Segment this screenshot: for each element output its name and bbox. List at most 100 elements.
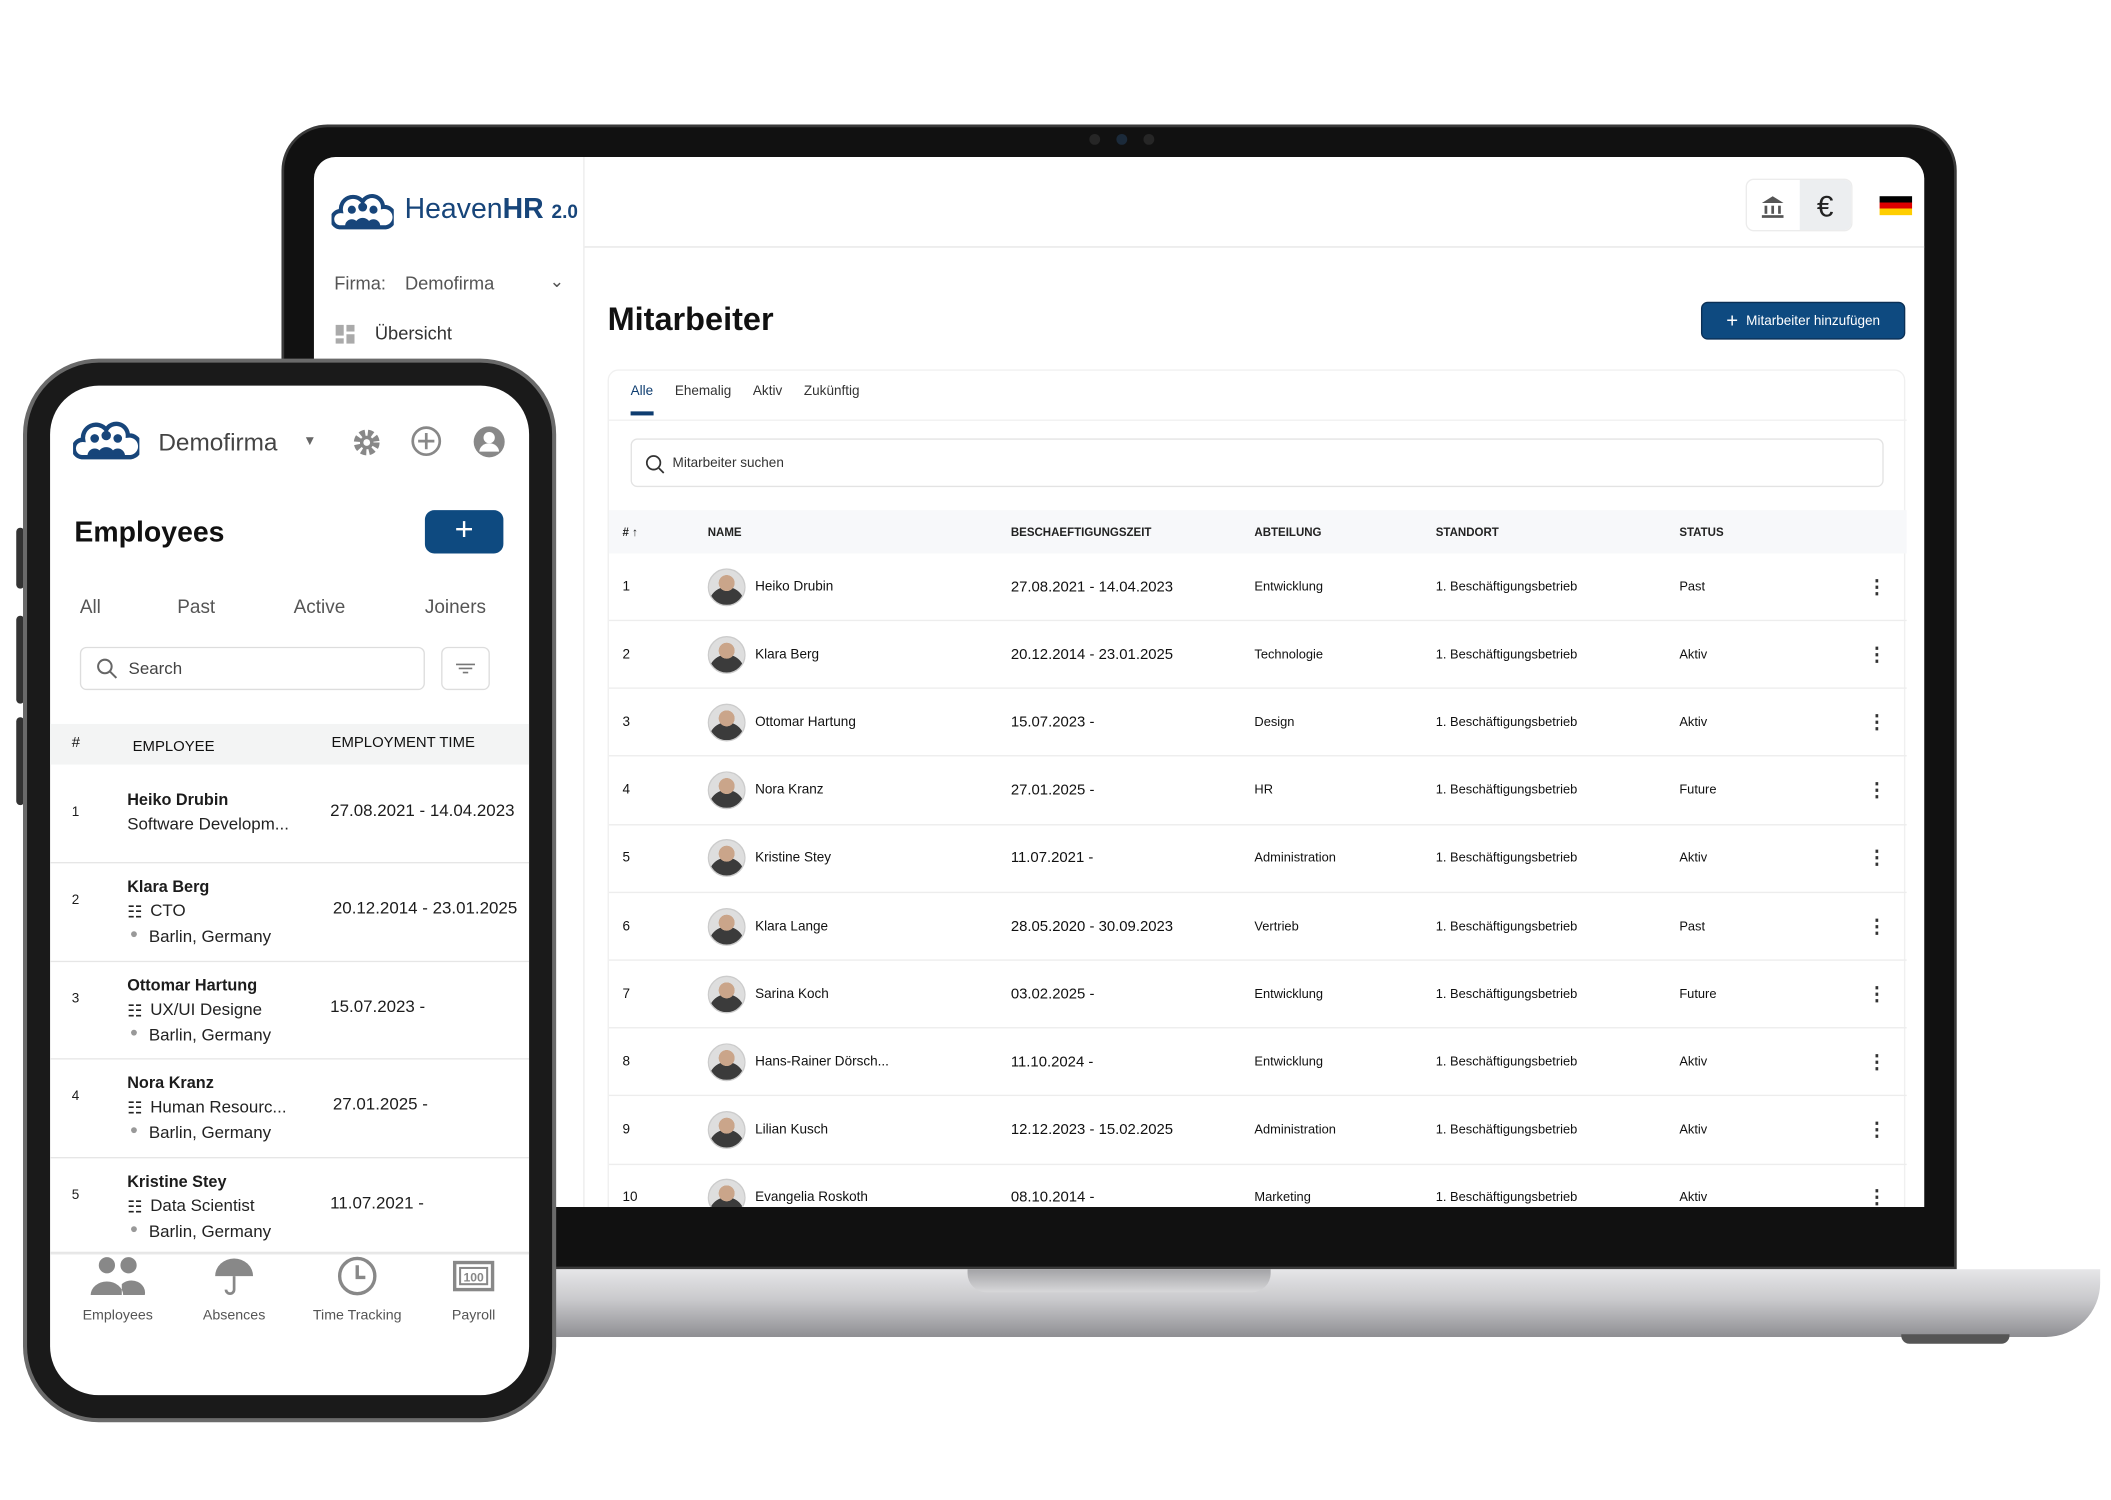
col-dept[interactable]: ABTEILUNG bbox=[1254, 525, 1321, 539]
row-number: 1 bbox=[622, 579, 630, 595]
tab-joiners[interactable]: Joiners bbox=[425, 595, 486, 617]
tab-past[interactable]: Past bbox=[177, 595, 215, 617]
nav-employees[interactable]: Employees bbox=[57, 1253, 179, 1323]
list-item[interactable]: 3 Ottomar Hartung ☷ UX/UI Designe ● Barli… bbox=[50, 962, 530, 1060]
banknote-icon: 100 bbox=[452, 1260, 495, 1292]
location: 1. Beschäftigungsbetrieb bbox=[1435, 647, 1578, 662]
more-vertical-icon[interactable]: ⋮ bbox=[1867, 847, 1886, 870]
german-flag-icon[interactable] bbox=[1879, 196, 1913, 216]
search-icon bbox=[645, 455, 665, 474]
list-item[interactable]: 1 Heiko Drubin Software Developm... 27.08.… bbox=[50, 765, 530, 864]
employee-location: Barlin, Germany bbox=[148, 1123, 272, 1143]
employee-role: Software Developm... bbox=[127, 814, 289, 834]
list-item[interactable]: 4 Nora Kranz ☷ Human Resourc... ● Barlin,… bbox=[50, 1060, 530, 1159]
table-row[interactable]: 9 Lilian Kusch 12.12.2023 - 15.02.2025 A… bbox=[608, 1097, 1907, 1165]
more-vertical-icon[interactable]: ⋮ bbox=[1867, 1051, 1886, 1074]
employee-name[interactable]: Klara Lange bbox=[755, 919, 828, 934]
company-selector[interactable]: Demofirma bbox=[158, 429, 277, 457]
nav-time-tracking[interactable]: Time Tracking bbox=[296, 1253, 418, 1323]
tab-ehemalig[interactable]: Ehemalig bbox=[675, 384, 731, 415]
search-placeholder: Search bbox=[128, 659, 183, 678]
more-vertical-icon[interactable]: ⋮ bbox=[1867, 983, 1886, 1006]
table-row[interactable]: 8 Hans-Rainer Dörsch... 11.10.2024 - Ent… bbox=[608, 1029, 1907, 1097]
list-item[interactable]: 2 Klara Berg ☷ CTO ● Barlin, Germany 20.12… bbox=[50, 863, 530, 963]
employee-role: CTO bbox=[150, 901, 186, 921]
table-row[interactable]: 5 Kristine Stey 11.07.2021 - Administrat… bbox=[608, 825, 1907, 893]
plus-circle-icon[interactable] bbox=[410, 425, 442, 457]
employee-name[interactable]: Hans-Rainer Dörsch... bbox=[755, 1055, 889, 1070]
tab-alle[interactable]: Alle bbox=[630, 384, 654, 416]
org-icon: ☷ bbox=[127, 902, 143, 922]
tab-active[interactable]: Active bbox=[294, 595, 346, 617]
avatar bbox=[707, 839, 746, 878]
clock-icon bbox=[337, 1256, 377, 1296]
more-vertical-icon[interactable]: ⋮ bbox=[1867, 643, 1886, 666]
col-number[interactable]: # ↑ bbox=[622, 525, 637, 539]
employee-name[interactable]: Heiko Drubin bbox=[755, 579, 833, 594]
gear-icon[interactable] bbox=[350, 426, 382, 458]
col-time[interactable]: BESCHAEFTIGUNGSZEIT bbox=[1011, 525, 1152, 539]
employment-time: 15.07.2023 - bbox=[1010, 714, 1095, 731]
cloud-people-logo-icon bbox=[73, 421, 140, 460]
table-header: # EMPLOYEE EMPLOYMENT TIME bbox=[50, 723, 530, 765]
employee-name[interactable]: Ottomar Hartung bbox=[755, 715, 856, 730]
col-location[interactable]: STANDORT bbox=[1436, 525, 1499, 539]
employee-name[interactable]: Evangelia Roskoth bbox=[755, 1191, 868, 1206]
col-status[interactable]: STATUS bbox=[1679, 525, 1723, 539]
more-vertical-icon[interactable]: ⋮ bbox=[1867, 575, 1886, 598]
more-vertical-icon[interactable]: ⋮ bbox=[1867, 1119, 1886, 1142]
row-number: 5 bbox=[622, 850, 630, 866]
employment-time: 20.12.2014 - 23.01.2025 bbox=[1010, 646, 1174, 663]
table-row[interactable]: 3 Ottomar Hartung 15.07.2023 - Design 1.… bbox=[608, 689, 1907, 757]
col-name[interactable]: NAME bbox=[708, 525, 742, 539]
sidebar-item-uebersicht[interactable]: Übersicht bbox=[335, 323, 452, 344]
filter-button[interactable] bbox=[441, 646, 490, 691]
employee-location: Barlin, Germany bbox=[148, 1221, 272, 1241]
table-row[interactable]: 7 Sarina Koch 03.02.2025 - Entwicklung 1… bbox=[608, 961, 1907, 1029]
more-vertical-icon[interactable]: ⋮ bbox=[1867, 711, 1886, 734]
filter-icon bbox=[456, 663, 475, 674]
col-employment-time: EMPLOYMENT TIME bbox=[331, 734, 475, 752]
employee-name[interactable]: Nora Kranz bbox=[755, 783, 823, 798]
more-vertical-icon[interactable]: ⋮ bbox=[1867, 915, 1886, 938]
search-input[interactable]: Mitarbeiter suchen bbox=[630, 438, 1884, 488]
list-item[interactable]: 5 Kristine Stey ☷ Data Scientist ● Barlin… bbox=[50, 1158, 530, 1254]
tab-all[interactable]: All bbox=[80, 595, 101, 617]
employee-name[interactable]: Klara Berg bbox=[755, 647, 819, 662]
table-header: # ↑ NAME BESCHAEFTIGUNGSZEIT ABTEILUNG S… bbox=[608, 510, 1907, 554]
tab-zukuenftig[interactable]: Zukünftig bbox=[804, 384, 860, 415]
tab-aktiv[interactable]: Aktiv bbox=[753, 384, 782, 415]
table-row[interactable]: 2 Klara Berg 20.12.2014 - 23.01.2025 Tec… bbox=[608, 621, 1907, 690]
laptop-foot bbox=[1901, 1334, 2010, 1344]
table-row[interactable]: 1 Heiko Drubin 27.08.2021 - 14.04.2023 E… bbox=[608, 553, 1907, 622]
location: 1. Beschäftigungsbetrieb bbox=[1435, 850, 1578, 866]
employment-time: 27.08.2021 - 14.04.2023 bbox=[1010, 578, 1174, 595]
add-employee-button[interactable]: + Mitarbeiter hinzufügen bbox=[1700, 301, 1906, 340]
employee-location: Barlin, Germany bbox=[148, 926, 272, 946]
department: Administration bbox=[1254, 850, 1336, 866]
employee-name[interactable]: Lilian Kusch bbox=[755, 1123, 828, 1138]
table-row[interactable]: 6 Klara Lange 28.05.2020 - 30.09.2023 Ve… bbox=[608, 893, 1907, 961]
table-row[interactable]: 4 Nora Kranz 27.01.2025 - HR 1. Beschäft… bbox=[608, 757, 1907, 825]
employee-name[interactable]: Kristine Stey bbox=[755, 851, 831, 866]
search-input[interactable]: Search bbox=[79, 646, 425, 691]
location-pin-icon: ● bbox=[129, 1025, 139, 1041]
location: 1. Beschäftigungsbetrieb bbox=[1435, 1190, 1578, 1206]
employee-name[interactable]: Sarina Koch bbox=[755, 987, 829, 1002]
nav-absences[interactable]: Absences bbox=[173, 1253, 295, 1323]
more-vertical-icon[interactable]: ⋮ bbox=[1867, 1186, 1886, 1207]
add-employee-button[interactable]: + bbox=[424, 510, 504, 554]
company-selector[interactable]: Firma: Demofirma ⌄ bbox=[334, 271, 564, 294]
euro-icon[interactable]: € bbox=[1799, 179, 1852, 231]
caret-down-icon[interactable]: ▼ bbox=[303, 434, 316, 449]
nav-payroll[interactable]: 100 Payroll bbox=[413, 1253, 529, 1323]
employment-time: 11.10.2024 - bbox=[1010, 1053, 1094, 1071]
location: 1. Beschäftigungsbetrieb bbox=[1435, 918, 1578, 934]
cloud-people-logo-icon bbox=[331, 194, 394, 230]
employee-card: Alle Ehemalig Aktiv Zukünftig Mitarbeite… bbox=[607, 369, 1907, 1208]
bank-icon[interactable] bbox=[1747, 180, 1799, 230]
col-number: # bbox=[71, 734, 81, 752]
more-vertical-icon[interactable]: ⋮ bbox=[1867, 779, 1886, 802]
table-row[interactable]: 10 Evangelia Roskoth 08.10.2014 - Market… bbox=[609, 1165, 1907, 1208]
user-icon[interactable] bbox=[472, 425, 506, 459]
